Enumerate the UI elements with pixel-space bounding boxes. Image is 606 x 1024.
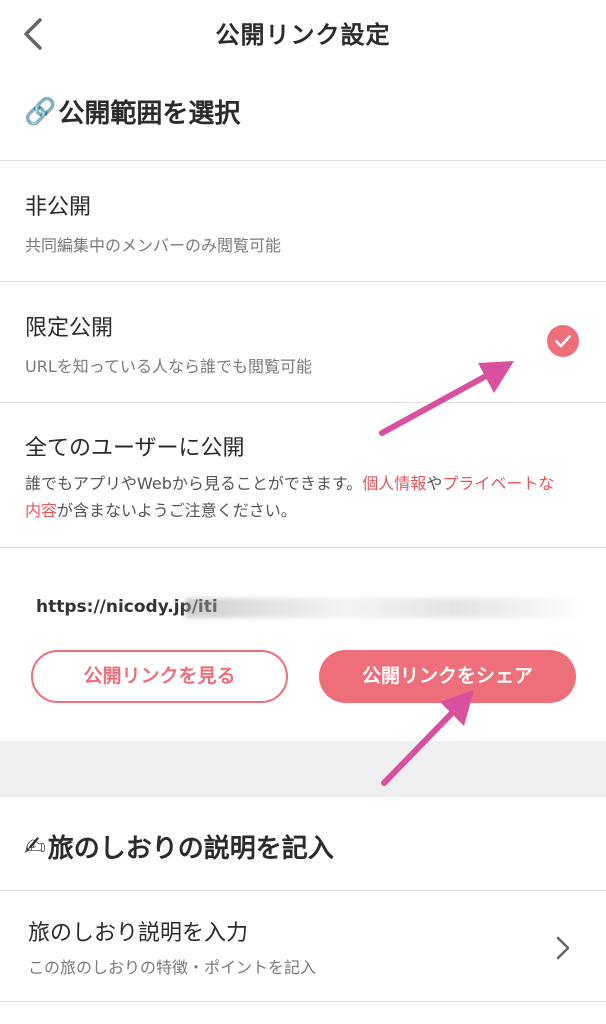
description-section-title: 旅のしおりの説明を記入 [47, 834, 334, 864]
description-text: 誰でもアプリやWebから見ることができます。 [25, 474, 363, 493]
option-limited[interactable]: 限定公開 URLを知っている人なら誰でも閲覧可能 [0, 282, 606, 402]
description-section-header: ✍ 旅のしおりの説明を記入 [24, 828, 334, 865]
description-text: が含まないようご注意ください。 [57, 501, 297, 520]
description-input-row[interactable]: 旅のしおり説明を入力 この旅のしおりの特徴・ポイントを記入 [0, 891, 606, 1001]
description-row-title: 旅のしおり説明を入力 [28, 921, 249, 946]
option-private[interactable]: 非公開 共同編集中のメンバーのみ閲覧可能 [0, 161, 606, 281]
link-icon: 🔗 [24, 96, 57, 127]
share-public-link-button[interactable]: 公開リンクをシェア [319, 650, 576, 703]
option-limited-description: URLを知っている人なら誰でも閲覧可能 [25, 357, 312, 376]
view-public-link-button[interactable]: 公開リンクを見る [31, 650, 288, 703]
visibility-section-header: 🔗 公開範囲を選択 [24, 93, 240, 130]
option-public-title: 全てのユーザーに公開 [25, 436, 245, 461]
divider [0, 1001, 606, 1002]
option-private-description: 共同編集中のメンバーのみ閲覧可能 [25, 236, 282, 255]
option-limited-title: 限定公開 [25, 316, 114, 341]
selected-check-icon [547, 325, 579, 357]
option-public-description: 誰でもアプリやWebから見ることができます。個人情報やプライベートな内容が含まな… [25, 470, 565, 524]
section-separator [0, 741, 606, 797]
visibility-section-title: 公開範囲を選択 [58, 99, 241, 129]
chevron-right-icon [553, 934, 573, 962]
option-private-title: 非公開 [25, 195, 92, 220]
description-text: や [426, 474, 443, 493]
writing-hand-icon: ✍ [24, 831, 46, 862]
url-redacted-blur [185, 598, 575, 618]
description-row-subtitle: この旅のしおりの特徴・ポイントを記入 [28, 958, 317, 977]
page-title: 公開リンク設定 [215, 21, 391, 49]
divider [0, 547, 606, 548]
option-public[interactable]: 全てのユーザーに公開 誰でもアプリやWebから見ることができます。個人情報やプラ… [0, 403, 606, 547]
warning-emphasis: 個人情報 [362, 474, 427, 493]
